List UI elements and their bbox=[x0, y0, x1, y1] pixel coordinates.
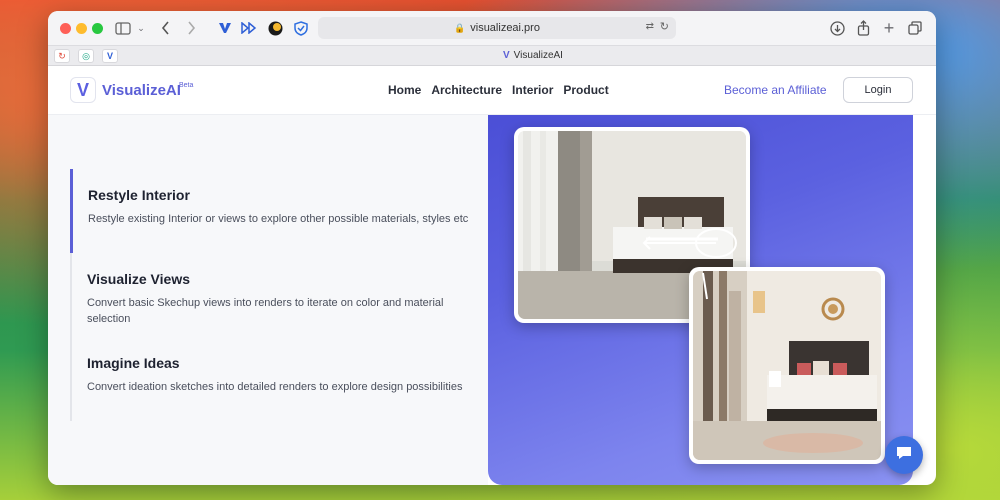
extension-moon-icon[interactable] bbox=[266, 19, 284, 37]
tab-overview-icon[interactable] bbox=[906, 19, 924, 37]
chat-button[interactable] bbox=[885, 436, 923, 474]
extension-v-icon[interactable] bbox=[216, 19, 234, 37]
main-nav: Home Architecture Interior Product bbox=[388, 83, 609, 97]
feature-title: Visualize Views bbox=[87, 271, 190, 287]
logo[interactable]: V bbox=[70, 77, 96, 103]
pinned-tab-2[interactable]: ◎ bbox=[78, 49, 94, 63]
pinned-tab-3[interactable]: V bbox=[102, 49, 118, 63]
sidebar-toggle-icon[interactable] bbox=[114, 19, 132, 37]
minimize-window-button[interactable] bbox=[76, 23, 87, 34]
beta-badge: Beta bbox=[179, 82, 194, 89]
pinned-tab-1[interactable]: ↻ bbox=[54, 49, 70, 63]
nav-product[interactable]: Product bbox=[563, 83, 608, 97]
affiliate-link[interactable]: Become an Affiliate bbox=[724, 83, 827, 97]
lock-icon: 🔒 bbox=[454, 22, 466, 33]
tab-visualizeai[interactable]: V VisualizeAI bbox=[503, 50, 563, 61]
hero-showcase bbox=[488, 115, 913, 485]
reload-icon[interactable]: ↻ bbox=[660, 20, 669, 33]
share-icon[interactable] bbox=[854, 19, 872, 37]
translate-icon[interactable]: ⇄ bbox=[646, 21, 654, 32]
tab-bar: ↻ ◎ V V VisualizeAI bbox=[48, 45, 936, 66]
feature-title: Restyle Interior bbox=[88, 187, 190, 203]
nav-interior[interactable]: Interior bbox=[512, 83, 553, 97]
feature-description: Restyle existing Interior or views to ex… bbox=[88, 213, 469, 225]
back-arrow-icon[interactable] bbox=[158, 19, 172, 37]
extension-fast-forward-icon[interactable] bbox=[240, 19, 258, 37]
new-tab-plus-icon[interactable]: + bbox=[880, 18, 898, 38]
chevron-down-icon[interactable]: ⌄ bbox=[136, 19, 146, 37]
tab-title-text: VisualizeAI bbox=[513, 50, 563, 61]
feature-restyle-interior[interactable]: Restyle Interior Restyle existing Interi… bbox=[70, 169, 480, 253]
chat-bubble-icon bbox=[895, 445, 913, 466]
feature-title: Imagine Ideas bbox=[87, 355, 180, 371]
after-room-photo bbox=[689, 267, 885, 464]
shield-icon[interactable] bbox=[292, 19, 310, 37]
forward-arrow-icon[interactable] bbox=[184, 19, 198, 37]
brand-name[interactable]: VisualizeAI bbox=[102, 82, 181, 99]
logo-letter: V bbox=[76, 79, 89, 100]
feature-imagine-ideas[interactable]: Imagine Ideas Convert ideation sketches … bbox=[70, 337, 480, 421]
url-text: visualizeai.pro bbox=[470, 22, 540, 34]
browser-toolbar: ⌄ 🔒 visualizeai.pro ⇄ ↻ + bbox=[48, 11, 936, 45]
feature-visualize-views[interactable]: Visualize Views Convert basic Skechup vi… bbox=[70, 253, 480, 337]
nav-architecture[interactable]: Architecture bbox=[431, 83, 502, 97]
features-panel: Restyle Interior Restyle existing Interi… bbox=[48, 115, 488, 485]
download-icon[interactable] bbox=[828, 19, 846, 37]
feature-description: Convert ideation sketches into detailed … bbox=[87, 381, 463, 393]
maximize-window-button[interactable] bbox=[92, 23, 103, 34]
address-bar[interactable]: 🔒 visualizeai.pro ⇄ ↻ bbox=[318, 17, 676, 39]
tab-favicon: V bbox=[503, 50, 510, 61]
feature-description: Convert basic Skechup views into renders… bbox=[87, 297, 444, 325]
site-header: V VisualizeAI Beta Home Architecture Int… bbox=[48, 66, 936, 115]
browser-window: ⌄ 🔒 visualizeai.pro ⇄ ↻ + ↻ ◎ V V Visual… bbox=[48, 11, 936, 485]
login-button[interactable]: Login bbox=[843, 77, 913, 103]
close-window-button[interactable] bbox=[60, 23, 71, 34]
nav-home[interactable]: Home bbox=[388, 83, 421, 97]
